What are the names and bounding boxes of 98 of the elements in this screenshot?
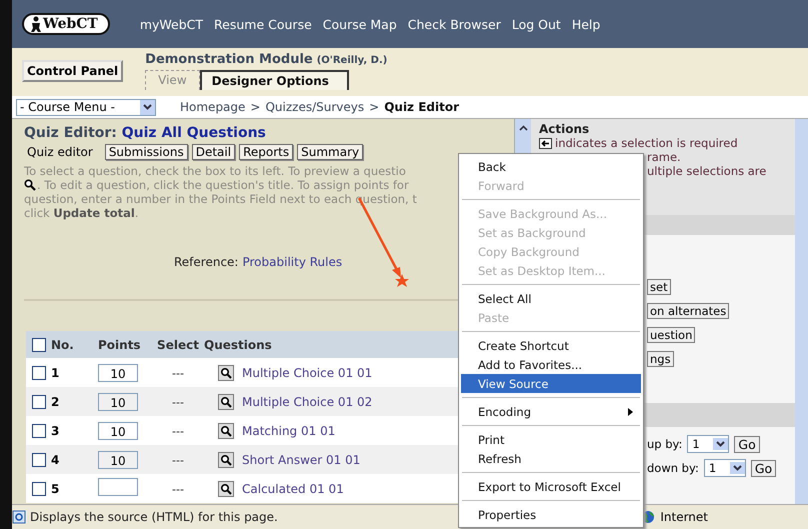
column-header: Questions [204, 338, 272, 352]
actions-note: ultiple selections are [647, 164, 766, 178]
quiz-tab[interactable]: Summary [297, 144, 364, 160]
zone-label: Internet [660, 510, 708, 524]
preview-icon[interactable] [218, 452, 234, 468]
column-header: Select [156, 338, 200, 352]
row-checkbox[interactable] [32, 366, 46, 380]
nav-link[interactable]: Log Out [512, 16, 561, 32]
row-checkbox[interactable] [32, 394, 46, 408]
points-field[interactable] [98, 478, 138, 496]
action-button[interactable]: uestion [647, 327, 696, 343]
figure-icon [30, 16, 42, 32]
menu-item[interactable]: Export to Microsoft Excel [461, 477, 641, 496]
action-button[interactable]: on alternates [647, 303, 730, 319]
menu-item[interactable]: Create Shortcut [461, 336, 641, 355]
instruction-text: click Update total. [24, 206, 138, 220]
nav-link[interactable]: myWebCT [140, 16, 204, 32]
action-button[interactable]: set [647, 279, 671, 295]
search-icon [24, 179, 36, 191]
row-checkbox[interactable] [32, 452, 46, 466]
submenu-arrow-icon [628, 408, 633, 416]
breadcrumb-link[interactable]: Quizzes/Surveys [265, 100, 364, 114]
question-link[interactable]: Matching 01 01 [242, 424, 336, 438]
breadcrumb-link[interactable]: Quiz Editor [384, 100, 460, 114]
quiz-tab[interactable]: Quiz editor [24, 145, 101, 159]
select-value: --- [172, 454, 184, 466]
reference-label: Reference: [174, 255, 238, 269]
nav-link[interactable]: Help [572, 16, 600, 32]
nav-link[interactable]: Resume Course [214, 16, 312, 32]
webct-logo[interactable]: WebCT [22, 13, 110, 35]
question-link[interactable]: Multiple Choice 01 01 [242, 366, 372, 380]
question-link[interactable]: Calculated 01 01 [242, 482, 344, 496]
reference-link[interactable]: Probability Rules [242, 255, 342, 269]
course-title: Demonstration Module [145, 52, 313, 67]
menu-item[interactable]: Print [461, 430, 641, 449]
points-field[interactable]: 10 [98, 364, 138, 382]
go-button[interactable]: Go [750, 460, 776, 476]
preview-icon[interactable] [218, 422, 234, 438]
points-field[interactable]: 10 [98, 422, 138, 440]
scrollbar[interactable] [795, 119, 808, 504]
menu-item[interactable]: Select All [461, 289, 641, 308]
select-all-checkbox[interactable] [32, 338, 46, 352]
preview-icon[interactable] [218, 364, 234, 380]
move-label: up by: [647, 437, 682, 451]
move-label: down by: [647, 461, 699, 475]
status-message: Displays the source (HTML) for this page. [30, 510, 278, 524]
actions-note: indicates a selection is required [555, 136, 738, 150]
step-dropdown[interactable]: 1 [687, 435, 730, 453]
page-icon [12, 510, 26, 524]
selection-arrow-icon [539, 138, 552, 148]
menu-item[interactable]: Properties [461, 505, 641, 524]
select-value: --- [172, 424, 184, 438]
logo-text: WebCT [43, 16, 98, 32]
select-value: --- [172, 366, 184, 380]
tab[interactable]: Designer Options [200, 70, 349, 90]
actions-title: Actions [539, 122, 590, 136]
question-number: 1 [51, 366, 60, 380]
quiz-tab[interactable]: Reports [239, 144, 294, 160]
nav-link[interactable]: Course Map [322, 16, 397, 32]
instruction-text: . To edit a question, click the question's title. To assign points for [37, 178, 409, 192]
points-field[interactable]: 10 [98, 450, 138, 468]
menu-item[interactable]: View Source [461, 374, 641, 393]
quiz-title: Quiz Editor: Quiz All Questions [24, 125, 267, 141]
menu-item[interactable]: Encoding [461, 402, 641, 421]
menu-item[interactable]: Add to Favorites... [461, 355, 641, 374]
question-link[interactable]: Multiple Choice 01 02 [242, 394, 372, 408]
row-checkbox[interactable] [32, 482, 46, 496]
select-value: --- [172, 396, 184, 408]
course-menu-dropdown[interactable]: - Course Menu - [16, 98, 156, 116]
instruction-text: question, enter a number in the Points Field next to each question, t [24, 192, 417, 206]
question-number: 2 [51, 394, 60, 408]
question-number: 5 [51, 482, 60, 496]
instruction-text: To select a question, check the box to its left. To preview a questio [24, 164, 406, 178]
control-panel-button[interactable]: Control Panel [22, 60, 124, 82]
quiz-tab[interactable]: Submissions [104, 144, 188, 160]
actions-note: rame. [647, 150, 681, 164]
preview-icon[interactable] [218, 480, 234, 496]
quiz-tab[interactable]: Detail [192, 144, 236, 160]
question-number: 4 [51, 452, 60, 466]
row-checkbox[interactable] [32, 424, 46, 438]
breadcrumb-link[interactable]: Homepage [180, 100, 246, 114]
go-button[interactable]: Go [734, 436, 760, 452]
points-field[interactable]: 10 [98, 392, 138, 410]
breadcrumb-separator: > [250, 100, 260, 114]
menu-item[interactable]: Back [461, 157, 641, 176]
column-header: No. [51, 338, 75, 352]
preview-icon[interactable] [218, 394, 234, 410]
breadcrumb-separator: > [369, 100, 380, 114]
step-dropdown[interactable]: 1 [704, 459, 746, 477]
menu-item[interactable]: Refresh [461, 449, 641, 468]
question-number: 3 [51, 424, 60, 438]
question-link[interactable]: Short Answer 01 01 [242, 452, 360, 466]
column-header: Points [98, 338, 142, 352]
nav-link[interactable]: Check Browser [408, 16, 501, 32]
instructor-name: (O'Reilly, D.) [316, 55, 388, 66]
globe-icon [641, 510, 656, 524]
action-button[interactable]: ngs [647, 351, 674, 367]
select-value: --- [172, 482, 184, 496]
